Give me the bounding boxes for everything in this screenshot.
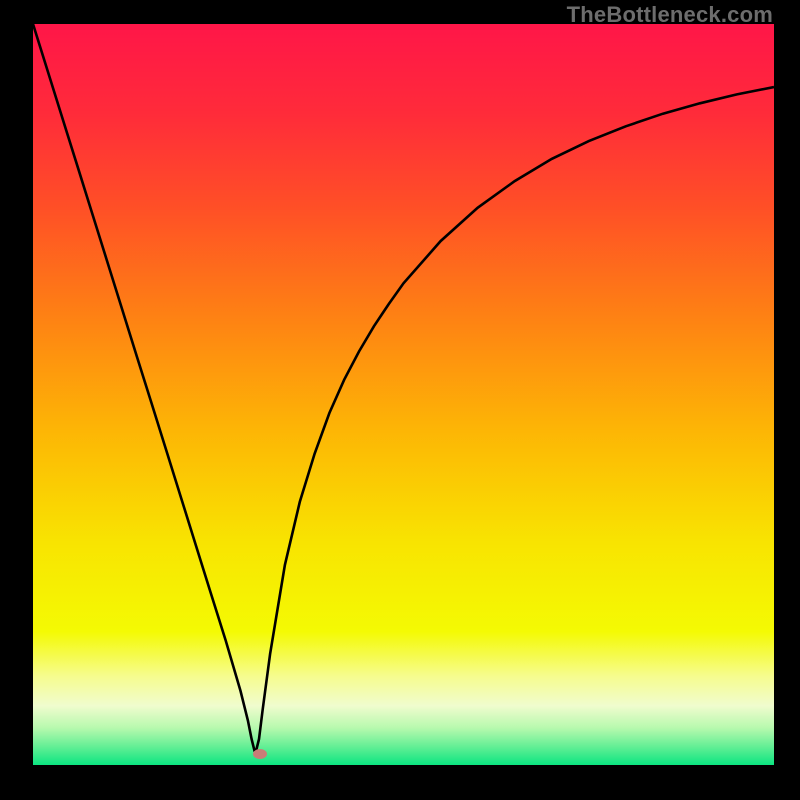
bottleneck-curve [33,24,774,765]
chart-frame: TheBottleneck.com [0,0,800,800]
optimal-point-marker [253,749,267,759]
plot-area [33,24,774,765]
